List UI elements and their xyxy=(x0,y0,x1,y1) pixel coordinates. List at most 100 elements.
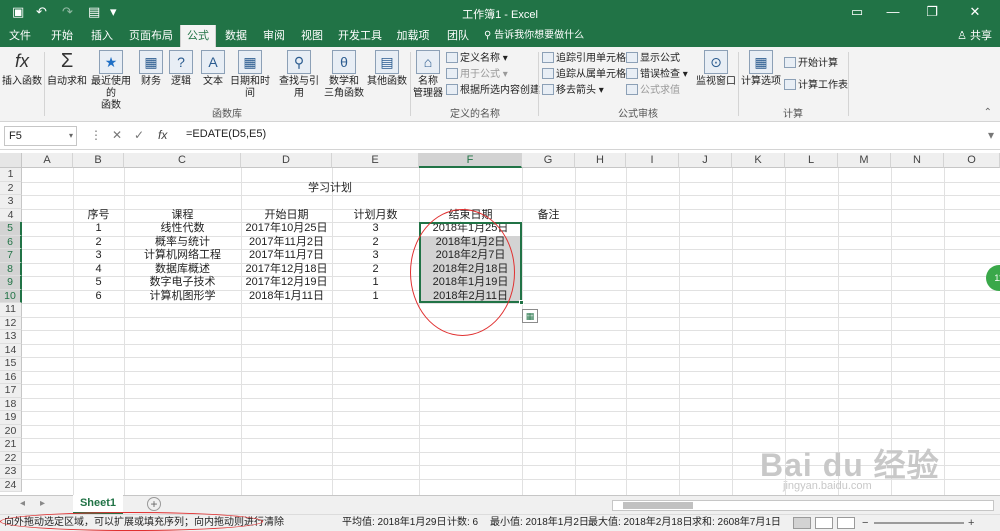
watch-window-button[interactable]: ⊙ 监视窗口 xyxy=(694,50,738,88)
column-header[interactable]: B xyxy=(73,153,124,168)
header-cell[interactable]: 计划月数 xyxy=(332,209,419,223)
data-cell[interactable]: 1 xyxy=(332,276,419,290)
restore-button[interactable]: ❐ xyxy=(915,2,949,22)
cancel-icon[interactable]: ✕ xyxy=(112,128,122,142)
data-cell[interactable]: 2017年11月7日 xyxy=(241,249,332,263)
sheet-title[interactable]: 学习计划 xyxy=(241,182,419,196)
minimize-button[interactable]: — xyxy=(876,2,910,22)
data-cell[interactable]: 2017年12月19日 xyxy=(241,276,332,290)
data-cell[interactable]: 2017年12月18日 xyxy=(241,263,332,277)
row-header[interactable]: 5 xyxy=(0,222,22,236)
data-cell[interactable]: 4 xyxy=(73,263,124,277)
data-cell[interactable]: 6 xyxy=(73,290,124,304)
row-header[interactable]: 12 xyxy=(0,316,22,330)
column-header[interactable]: N xyxy=(891,153,944,168)
next-sheet-icon[interactable]: ▸ xyxy=(40,498,45,509)
data-cell[interactable]: 2 xyxy=(332,263,419,277)
horizontal-scrollbar[interactable] xyxy=(612,500,994,511)
header-cell[interactable]: 课程 xyxy=(124,209,241,223)
insert-function-icon[interactable]: fx xyxy=(158,128,167,142)
data-cell[interactable]: 3 xyxy=(332,249,419,263)
show-formulas-button[interactable]: 显示公式 xyxy=(626,52,680,66)
calculate-now-button[interactable]: 开始计算 xyxy=(784,57,838,71)
page-break-view-button[interactable] xyxy=(837,517,855,529)
recent-functions-button[interactable]: ★ 最近使用的 函数 xyxy=(88,50,134,112)
row-header[interactable]: 13 xyxy=(0,330,22,344)
row-header[interactable]: 6 xyxy=(0,235,22,249)
zoom-slider[interactable] xyxy=(874,522,964,524)
column-header[interactable]: C xyxy=(124,153,241,168)
column-header[interactable]: M xyxy=(838,153,891,168)
data-cell[interactable]: 5 xyxy=(73,276,124,290)
column-header[interactable]: F xyxy=(419,153,522,168)
autosum-button[interactable]: Σ 自动求和 xyxy=(47,50,87,88)
spreadsheet-grid[interactable]: A B C D E F G H I J K L M N O 1 2 3 4 5 … xyxy=(0,153,1000,495)
data-cell[interactable]: 2017年10月25日 xyxy=(241,222,332,236)
data-cell[interactable]: 1 xyxy=(332,290,419,304)
tell-me-search[interactable]: ⚲ 告诉我你想要做什么 xyxy=(484,25,584,47)
data-cell[interactable]: 计算机网络工程 xyxy=(124,249,241,263)
lookup-reference-button[interactable]: ⚲ 查找与引用 xyxy=(275,50,323,100)
row-header[interactable]: 17 xyxy=(0,384,22,398)
row-header[interactable]: 14 xyxy=(0,343,22,357)
normal-view-button[interactable] xyxy=(793,517,811,529)
row-header[interactable]: 7 xyxy=(0,249,22,263)
data-cell[interactable]: 数字电子技术 xyxy=(124,276,241,290)
column-header[interactable]: G xyxy=(522,153,575,168)
column-header[interactable]: J xyxy=(679,153,732,168)
row-header[interactable]: 10 xyxy=(0,289,22,303)
data-cell[interactable]: 2 xyxy=(332,236,419,250)
row-header[interactable]: 8 xyxy=(0,262,22,276)
data-cell[interactable]: 2017年11月2日 xyxy=(241,236,332,250)
share-button[interactable]: ♙ 共享 xyxy=(957,25,992,47)
tab-insert[interactable]: 插入 xyxy=(82,25,122,47)
evaluate-formula-button[interactable]: 公式求值 xyxy=(626,84,680,98)
zoom-out-icon[interactable]: − xyxy=(862,515,868,531)
row-header[interactable]: 9 xyxy=(0,276,22,290)
data-cell[interactable]: 3 xyxy=(332,222,419,236)
page-layout-view-button[interactable] xyxy=(815,517,833,529)
expand-formula-icon[interactable]: ▾ xyxy=(988,128,994,142)
data-cell[interactable]: 数据库概述 xyxy=(124,263,241,277)
use-in-formula-button[interactable]: 用于公式 ▾ xyxy=(446,68,508,82)
column-header[interactable]: E xyxy=(332,153,419,168)
close-button[interactable]: ✕ xyxy=(958,2,992,22)
zoom-in-icon[interactable]: + xyxy=(968,515,974,531)
math-trig-button[interactable]: θ 数学和 三角函数 xyxy=(322,50,366,100)
quick-analysis-icon[interactable]: ▦ xyxy=(522,309,538,323)
data-cell[interactable]: 3 xyxy=(73,249,124,263)
row-header[interactable]: 4 xyxy=(0,208,22,222)
logical-button[interactable]: ? 逻辑 xyxy=(166,50,196,88)
tab-addins[interactable]: 加载项 xyxy=(390,25,436,47)
data-cell[interactable]: 线性代数 xyxy=(124,222,241,236)
insert-function-button[interactable]: fx 插入函数 xyxy=(2,50,42,88)
row-header[interactable]: 3 xyxy=(0,195,22,209)
tab-page-layout[interactable]: 页面布局 xyxy=(124,25,178,47)
header-cell[interactable]: 备注 xyxy=(522,209,575,223)
row-header[interactable]: 2 xyxy=(0,181,22,195)
more-functions-button[interactable]: ▤ 其他函数 xyxy=(366,50,408,88)
column-header[interactable]: K xyxy=(732,153,785,168)
create-from-selection-button[interactable]: 根据所选内容创建 xyxy=(446,84,540,98)
row-header[interactable]: 15 xyxy=(0,357,22,371)
data-cell[interactable]: 2 xyxy=(73,236,124,250)
enter-icon[interactable]: ✓ xyxy=(134,128,144,142)
row-header[interactable]: 19 xyxy=(0,411,22,425)
tab-view[interactable]: 视图 xyxy=(294,25,330,47)
scrollbar-thumb[interactable] xyxy=(623,502,693,509)
tab-developer[interactable]: 开发工具 xyxy=(332,25,388,47)
name-manager-button[interactable]: ⌂ 名称 管理器 xyxy=(412,50,444,100)
calculation-options-button[interactable]: ▦ 计算选项 xyxy=(740,50,782,88)
remove-arrows-button[interactable]: 移去箭头 ▾ xyxy=(542,84,604,98)
prev-sheet-icon[interactable]: ◂ xyxy=(20,498,25,509)
financial-button[interactable]: ▦ 财务 xyxy=(136,50,166,88)
formula-input[interactable]: =EDATE(D5,E5) xyxy=(186,128,266,140)
name-box[interactable]: F5 ▾ xyxy=(4,126,77,146)
collapse-ribbon-icon[interactable]: ⌃ xyxy=(984,107,992,118)
tab-formulas[interactable]: 公式 xyxy=(180,25,216,47)
row-header[interactable]: 1 xyxy=(0,168,22,182)
date-time-button[interactable]: ▦ 日期和时间 xyxy=(226,50,274,100)
tab-review[interactable]: 审阅 xyxy=(256,25,292,47)
data-cell[interactable]: 计算机图形学 xyxy=(124,290,241,304)
fill-handle[interactable] xyxy=(519,300,524,305)
